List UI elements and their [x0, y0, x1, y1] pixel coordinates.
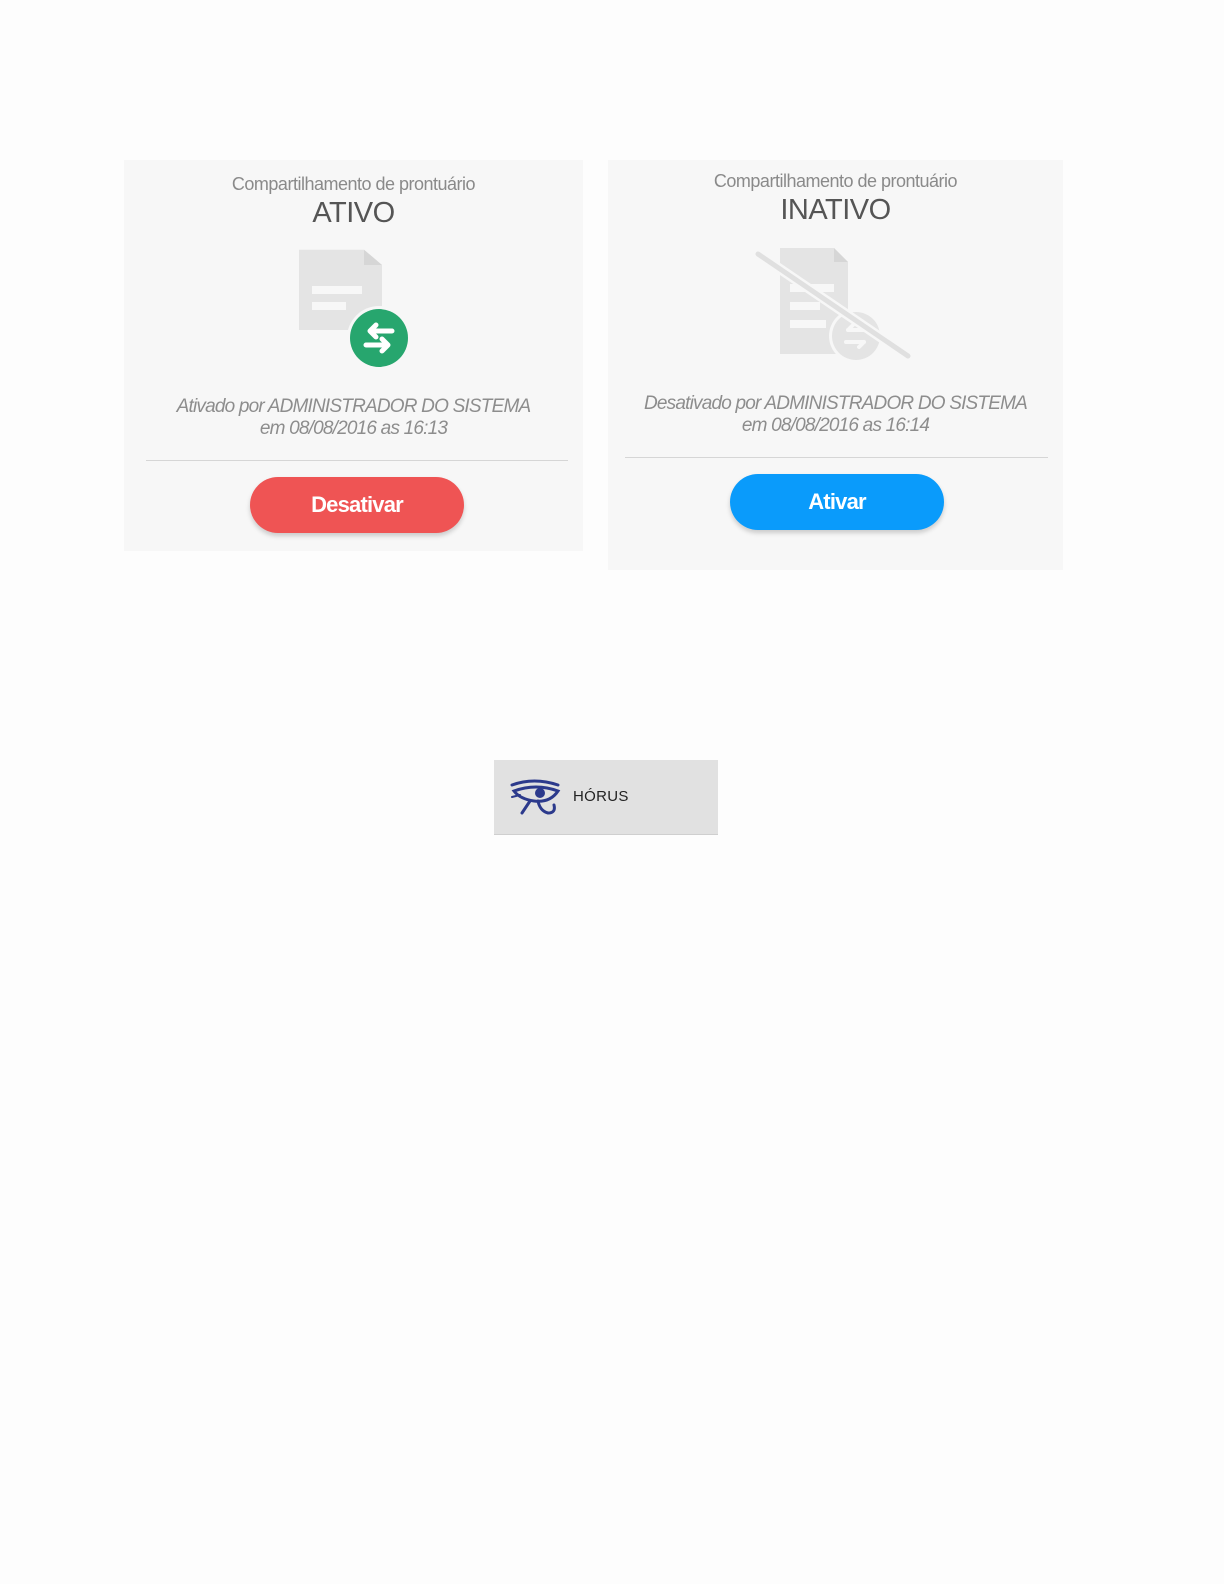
card-title: Compartilhamento de prontuário [231, 174, 476, 194]
eye-of-horus-icon [510, 779, 562, 822]
horus-logo: HÓRUS [494, 760, 718, 835]
activation-info-line2: em 08/08/2016 as 16:13 [259, 418, 448, 439]
sharing-card-inactive: Compartilhamento de prontuário INATIVO D… [608, 160, 1063, 570]
sharing-card-active: Compartilhamento de prontuário ATIVO Ati… [124, 160, 583, 551]
activation-info: Ativado por ADMINISTRADOR DO SISTEMA em … [124, 396, 583, 440]
deactivation-info: Desativado por ADMINISTRADOR DO SISTEMA … [608, 393, 1063, 437]
deactivation-info-line1: Desativado por ADMINISTRADOR DO SISTEMA [643, 393, 1028, 414]
activate-button[interactable]: Ativar [730, 474, 944, 530]
deactivate-button[interactable]: Desativar [250, 477, 464, 533]
card-title: Compartilhamento de prontuário [713, 171, 958, 191]
divider [625, 457, 1048, 458]
document-share-disabled-icon [753, 246, 914, 371]
activation-info-line1: Ativado por ADMINISTRADOR DO SISTEMA [176, 396, 532, 417]
share-badge-icon [346, 305, 412, 376]
divider [146, 460, 568, 461]
deactivation-info-line2: em 08/08/2016 as 16:14 [741, 415, 930, 436]
status-label: INATIVO [780, 194, 891, 226]
logo-text: HÓRUS [573, 788, 629, 805]
status-label: ATIVO [312, 197, 395, 229]
